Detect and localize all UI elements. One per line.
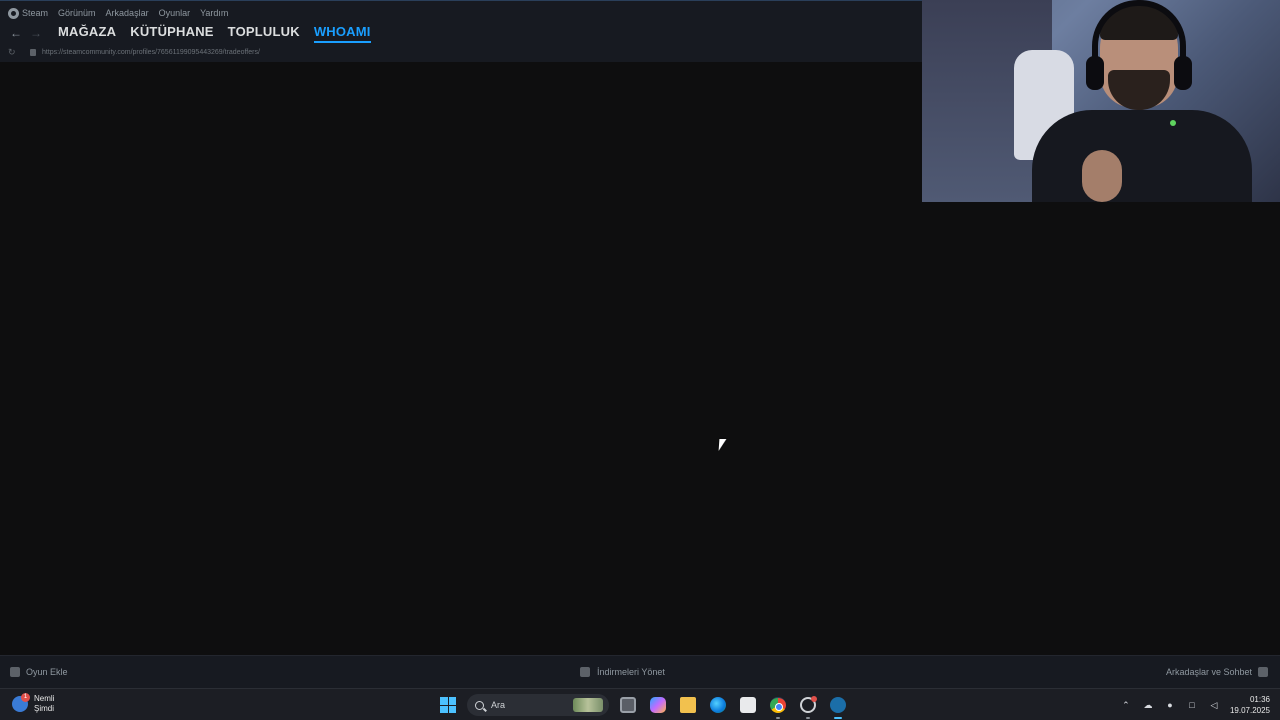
microphone-icon[interactable]: ● (1164, 699, 1176, 711)
add-game-button[interactable]: Oyun Ekle (10, 667, 68, 677)
menu-item-help[interactable]: Yardım (200, 8, 228, 18)
forward-arrow-icon[interactable]: → (28, 25, 44, 41)
tab-library[interactable]: KÜTÜPHANE (130, 24, 213, 43)
store-icon (740, 697, 756, 713)
weather-title: Nemli (34, 694, 55, 703)
headset-cup-right (1174, 56, 1192, 90)
steam-window: Steam Görünüm Arkadaşlar Oyunlar Yardım … (0, 0, 1280, 720)
headset-icon (1092, 0, 1186, 70)
url-text[interactable]: https://steamcommunity.com/profiles/7656… (42, 49, 260, 56)
mouse-cursor-icon (718, 439, 727, 451)
weather-icon: 1 (12, 693, 30, 712)
edge-icon (710, 697, 726, 713)
weather-subtitle: Şimdi (34, 704, 55, 713)
network-icon[interactable]: □ (1186, 699, 1198, 711)
friends-chat-button[interactable]: Arkadaşlar ve Sohbet (1166, 667, 1268, 677)
cloud-icon[interactable]: ☁ (1142, 699, 1154, 711)
windows-taskbar: 1 Nemli Şimdi Ara ⌃ ☁ ● □ ◁ 01:36 19.07.… (0, 688, 1280, 720)
manage-downloads-label: İndirmeleri Yönet (597, 667, 665, 677)
menu-item-steam[interactable]: Steam (8, 7, 49, 19)
search-placeholder: Ara (491, 700, 506, 710)
weather-text: Nemli Şimdi (34, 694, 54, 714)
tab-profile[interactable]: WHOAMI (313, 24, 371, 43)
search-highlight-image (573, 698, 603, 712)
store-button[interactable] (737, 694, 759, 716)
steam-taskbar-button[interactable] (827, 694, 849, 719)
steam-bottom-bar: Oyun Ekle İndirmeleri Yönet Arkadaşlar v… (0, 655, 1280, 688)
reload-icon[interactable]: ↻ (8, 47, 20, 58)
system-tray: ⌃ ☁ ● □ ◁ 01:36 19.07.2025 (1120, 692, 1270, 718)
add-game-label: Oyun Ekle (26, 667, 68, 677)
volume-icon[interactable]: ◁ (1208, 699, 1220, 711)
taskbar-apps: Ara (437, 693, 849, 719)
weather-badge: 1 (21, 693, 30, 702)
navigation-row: ← → MAĞAZA KÜTÜPHANE TOPLULUK WHOAMI (8, 23, 371, 43)
lock-icon (30, 48, 36, 56)
clock[interactable]: 01:36 19.07.2025 (1230, 694, 1270, 716)
copilot-icon (650, 697, 666, 713)
steam-logo-icon (8, 7, 19, 19)
plus-icon (10, 667, 20, 677)
tab-store[interactable]: MAĞAZA (58, 24, 116, 43)
taskbar-search[interactable]: Ara (467, 694, 609, 716)
folder-icon (680, 697, 696, 713)
windows-logo-icon (440, 697, 456, 713)
webcam-person-body (1032, 110, 1252, 202)
start-button[interactable] (437, 694, 459, 716)
chrome-button[interactable] (767, 694, 789, 719)
menu-bar: Steam Görünüm Arkadaşlar Oyunlar Yardım (8, 6, 228, 20)
back-arrow-icon[interactable]: ← (8, 25, 24, 41)
headset-cup-left (1086, 56, 1104, 90)
headset-mic-light (1170, 120, 1176, 126)
steam-icon (830, 697, 846, 713)
copilot-button[interactable] (647, 694, 669, 716)
chevron-up-icon[interactable]: ⌃ (1120, 699, 1132, 711)
download-icon (580, 667, 590, 677)
task-view-icon (620, 697, 636, 713)
webcam-person-hand (1082, 150, 1122, 202)
file-explorer-button[interactable] (677, 694, 699, 716)
tab-community[interactable]: TOPLULUK (228, 24, 300, 43)
chrome-icon (770, 697, 786, 713)
menu-item-steam-label: Steam (22, 8, 49, 18)
menu-item-games[interactable]: Oyunlar (159, 8, 191, 18)
main-nav-tabs: MAĞAZA KÜTÜPHANE TOPLULUK WHOAMI (58, 24, 371, 43)
gear-icon (800, 696, 817, 713)
chat-icon (1258, 667, 1268, 677)
url-bar: ↻ https://steamcommunity.com/profiles/76… (8, 46, 260, 58)
clock-date: 19.07.2025 (1229, 706, 1270, 715)
settings-app-button[interactable] (797, 694, 819, 719)
clock-time: 01:36 (1249, 695, 1270, 704)
manage-downloads-button[interactable]: İndirmeleri Yönet (580, 667, 665, 677)
edge-button[interactable] (707, 694, 729, 716)
search-icon (475, 700, 484, 710)
webcam-overlay (922, 0, 1280, 202)
task-view-button[interactable] (617, 694, 639, 716)
menu-item-view[interactable]: Görünüm (58, 8, 96, 18)
menu-item-friends[interactable]: Arkadaşlar (106, 8, 149, 18)
weather-widget[interactable]: 1 Nemli Şimdi (12, 693, 54, 714)
friends-chat-label: Arkadaşlar ve Sohbet (1165, 667, 1252, 677)
